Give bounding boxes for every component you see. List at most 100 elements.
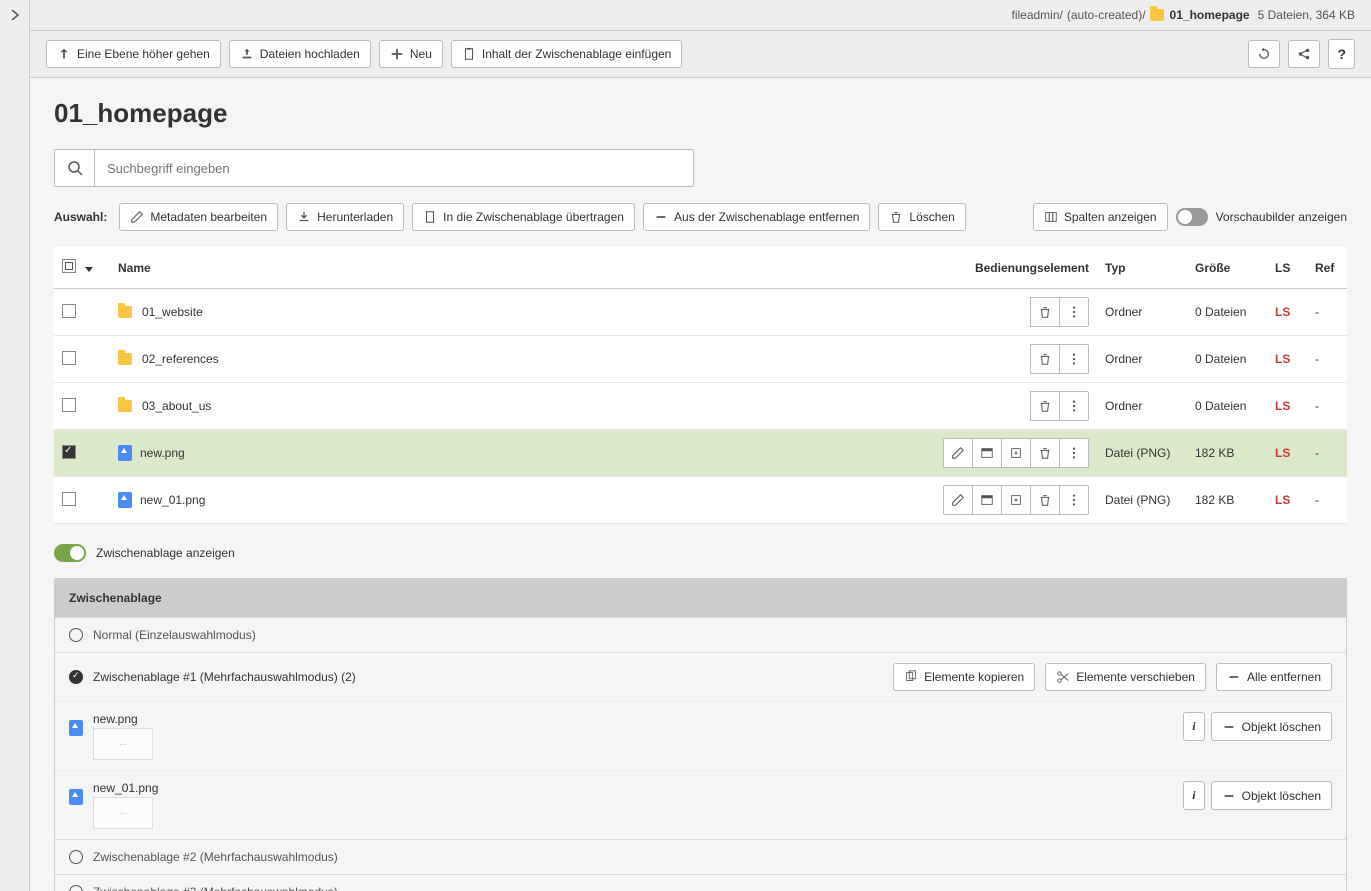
row-checkbox[interactable]: [62, 398, 76, 412]
clipboard-mode-normal[interactable]: Normal (Einzelauswahlmodus): [55, 617, 1346, 652]
row-replace-button[interactable]: [1001, 485, 1031, 515]
breadcrumb-bar: fileadmin/ (auto-created)/ 01_homepage 5…: [30, 0, 1371, 31]
upload-button[interactable]: Dateien hochladen: [229, 40, 371, 68]
row-more-button[interactable]: [1059, 391, 1089, 421]
clipboard-title: Zwischenablage: [55, 579, 1346, 617]
edit-metadata-button[interactable]: Metadaten bearbeiten: [119, 203, 278, 231]
row-type: Ordner: [1097, 289, 1187, 336]
arrow-up-icon: [57, 47, 71, 61]
show-clipboard-label: Zwischenablage anzeigen: [96, 546, 235, 560]
sidebar-expand[interactable]: [0, 0, 30, 891]
row-name[interactable]: 01_website: [142, 305, 203, 319]
delete-button[interactable]: Löschen: [878, 203, 965, 231]
row-ls: LS: [1267, 477, 1307, 524]
search-icon-box: [54, 149, 94, 187]
row-delete-button[interactable]: [1030, 344, 1060, 374]
remove-from-clipboard-button[interactable]: Aus der Zwischenablage entfernen: [643, 203, 870, 231]
row-checkbox[interactable]: [62, 351, 76, 365]
col-name[interactable]: Name: [110, 247, 917, 289]
clipboard-item-delete-button[interactable]: Objekt löschen: [1211, 712, 1332, 741]
radio-cb2[interactable]: [69, 850, 83, 864]
row-ref: -: [1307, 336, 1347, 383]
selection-toolbar: Auswahl: Metadaten bearbeiten Herunterla…: [54, 203, 1347, 231]
clipboard-item-info-button[interactable]: i: [1183, 781, 1204, 810]
up-level-button[interactable]: Eine Ebene höher gehen: [46, 40, 221, 68]
clipboard-mode-1[interactable]: Zwischenablage #1 (Mehrfachauswahlmodus)…: [55, 652, 1346, 701]
refresh-icon: [1257, 47, 1271, 61]
row-delete-button[interactable]: [1030, 297, 1060, 327]
select-menu-caret[interactable]: [85, 267, 93, 272]
row-more-button[interactable]: [1059, 297, 1089, 327]
search-icon: [67, 160, 83, 176]
remove-all-button[interactable]: Alle entfernen: [1216, 663, 1332, 691]
download-icon: [297, 210, 311, 224]
clipboard-icon: [462, 47, 476, 61]
show-clipboard-toggle[interactable]: [54, 544, 86, 562]
row-more-button[interactable]: [1059, 344, 1089, 374]
clipboard-mode-3[interactable]: Zwischenablage #3 (Mehrfachauswahlmodus): [55, 874, 1346, 891]
pencil-icon: [130, 210, 144, 224]
row-ref: -: [1307, 430, 1347, 477]
row-more-button[interactable]: [1059, 485, 1089, 515]
row-view-button[interactable]: [972, 485, 1002, 515]
row-size: 182 KB: [1187, 477, 1267, 524]
file-icon: [118, 445, 132, 461]
paste-button[interactable]: Inhalt der Zwischenablage einfügen: [451, 40, 682, 68]
row-checkbox[interactable]: [62, 492, 76, 506]
table-row[interactable]: new_01.pngDatei (PNG)182 KBLS-: [54, 477, 1347, 524]
breadcrumb-seg[interactable]: (auto-created)/: [1067, 8, 1146, 22]
row-ref: -: [1307, 289, 1347, 336]
row-type: Datei (PNG): [1097, 430, 1187, 477]
clipboard-in-icon: [423, 210, 437, 224]
radio-cb3[interactable]: [69, 885, 83, 891]
new-button[interactable]: Neu: [379, 40, 443, 68]
radio-normal[interactable]: [69, 628, 83, 642]
row-name[interactable]: new_01.png: [140, 493, 205, 507]
thumbnails-toggle[interactable]: [1176, 208, 1208, 226]
row-size: 0 Dateien: [1187, 383, 1267, 430]
table-row[interactable]: 02_referencesOrdner0 DateienLS-: [54, 336, 1347, 383]
clipboard-item: new_01.png ··· iObjekt löschen: [55, 770, 1346, 839]
refresh-button[interactable]: [1248, 40, 1280, 68]
row-name[interactable]: 02_references: [142, 352, 219, 366]
row-more-button[interactable]: [1059, 438, 1089, 468]
download-button[interactable]: Herunterladen: [286, 203, 404, 231]
table-row[interactable]: 01_websiteOrdner0 DateienLS-: [54, 289, 1347, 336]
row-delete-button[interactable]: [1030, 391, 1060, 421]
move-elements-button[interactable]: Elemente verschieben: [1045, 663, 1206, 691]
show-columns-button[interactable]: Spalten anzeigen: [1033, 203, 1168, 231]
copy-elements-button[interactable]: Elemente kopieren: [893, 663, 1035, 691]
select-all-checkbox[interactable]: [62, 259, 76, 273]
row-ls: LS: [1267, 336, 1307, 383]
row-replace-button[interactable]: [1001, 438, 1031, 468]
copy-to-clipboard-button[interactable]: In die Zwischenablage übertragen: [412, 203, 635, 231]
search-input[interactable]: [94, 149, 694, 187]
toolbar: Eine Ebene höher gehen Dateien hochladen…: [30, 31, 1371, 78]
clipboard-item-name: new_01.png: [93, 781, 158, 795]
row-edit-button[interactable]: [943, 438, 973, 468]
breadcrumb-seg[interactable]: fileadmin/: [1011, 8, 1062, 22]
clipboard-item-info-button[interactable]: i: [1183, 712, 1204, 741]
row-delete-button[interactable]: [1030, 485, 1060, 515]
thumbnails-label: Vorschaubilder anzeigen: [1216, 210, 1347, 224]
clipboard-mode-2[interactable]: Zwischenablage #2 (Mehrfachauswahlmodus): [55, 839, 1346, 874]
help-button[interactable]: ?: [1328, 39, 1355, 69]
breadcrumb-current: 01_homepage: [1170, 8, 1250, 22]
clipboard-item: new.png···iObjekt löschen: [55, 701, 1346, 770]
col-ref: Ref: [1307, 247, 1347, 289]
table-row[interactable]: new.pngDatei (PNG)182 KBLS-: [54, 430, 1347, 477]
row-checkbox[interactable]: [62, 304, 76, 318]
clipboard-thumb: ···: [93, 797, 153, 829]
row-view-button[interactable]: [972, 438, 1002, 468]
row-name[interactable]: 03_about_us: [142, 399, 211, 413]
table-row[interactable]: 03_about_usOrdner0 DateienLS-: [54, 383, 1347, 430]
share-button[interactable]: [1288, 40, 1320, 68]
clipboard-item-name: new.png: [93, 712, 153, 726]
row-edit-button[interactable]: [943, 485, 973, 515]
row-name[interactable]: new.png: [140, 446, 185, 460]
clipboard-panel: Zwischenablage Normal (Einzelauswahlmodu…: [54, 578, 1347, 891]
radio-cb1[interactable]: [69, 670, 83, 684]
row-delete-button[interactable]: [1030, 438, 1060, 468]
row-checkbox[interactable]: [62, 445, 76, 459]
clipboard-item-delete-button[interactable]: Objekt löschen: [1211, 781, 1332, 810]
